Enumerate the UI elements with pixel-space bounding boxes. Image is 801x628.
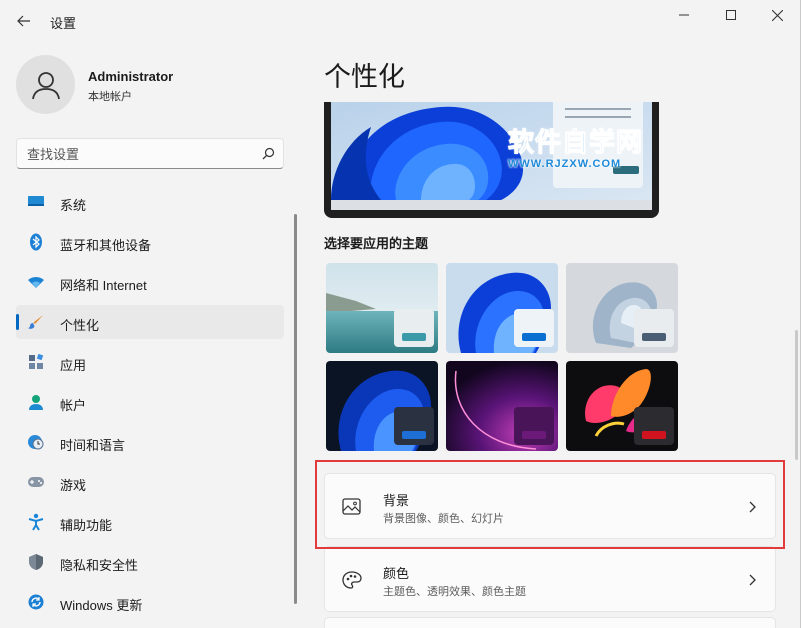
bluetooth-icon <box>27 233 45 251</box>
person-icon <box>27 393 45 411</box>
colors-title: 颜色 <box>383 566 410 581</box>
content-scrollbar[interactable] <box>795 330 798 460</box>
sidebar-item-label: Windows 更新 <box>60 598 143 613</box>
chevron-right-icon <box>749 574 756 586</box>
settings-window: 设置 Administrator 本地帐户 系统 蓝牙和其他设备 网络和 Int… <box>0 0 801 628</box>
theme-swatch <box>634 407 674 445</box>
search-box[interactable] <box>16 138 284 169</box>
active-indicator <box>16 314 19 330</box>
shield-icon <box>27 553 45 571</box>
theme-glow[interactable] <box>566 263 678 353</box>
sidebar-item-windows-update[interactable]: Windows 更新 <box>16 585 284 619</box>
theme-section-label: 选择要应用的主题 <box>324 236 429 251</box>
sidebar-item-label: 帐户 <box>60 398 87 413</box>
sidebar-item-apps[interactable]: 应用 <box>16 345 284 379</box>
maximize-button[interactable] <box>708 2 754 28</box>
theme-captured-motion[interactable] <box>446 361 558 451</box>
user-icon <box>31 71 60 99</box>
minimize-icon <box>679 14 689 16</box>
watermark: 软件自学网 WWW.RJZXW.COM <box>507 122 644 171</box>
sidebar-item-personalization[interactable]: 个性化 <box>16 305 284 339</box>
sidebar-item-privacy[interactable]: 隐私和安全性 <box>16 545 284 579</box>
sidebar-item-time-language[interactable]: 时间和语言 <box>16 425 284 459</box>
theme-swatch <box>634 309 674 347</box>
back-arrow-icon <box>17 15 30 27</box>
sidebar-item-label: 系统 <box>60 198 87 213</box>
sidebar-item-label: 时间和语言 <box>60 438 126 453</box>
theme-swatch <box>514 407 554 445</box>
back-button[interactable] <box>10 8 38 34</box>
account-type: 本地帐户 <box>88 91 132 103</box>
theme-lake[interactable] <box>326 263 438 353</box>
colors-subtitle: 主题色、透明效果、颜色主题 <box>383 586 526 598</box>
sidebar-item-bluetooth[interactable]: 蓝牙和其他设备 <box>16 225 284 259</box>
monitor-icon <box>27 193 45 211</box>
theme-windows-light[interactable] <box>446 263 558 353</box>
sidebar-item-label: 蓝牙和其他设备 <box>60 238 152 253</box>
brush-icon <box>27 313 45 331</box>
sidebar-item-label: 辅助功能 <box>60 518 113 533</box>
update-icon <box>27 593 45 611</box>
highlight-box <box>315 460 785 549</box>
sidebar-item-label: 个性化 <box>60 318 100 333</box>
wifi-icon <box>27 273 45 291</box>
close-button[interactable] <box>754 2 800 28</box>
palette-icon <box>342 571 362 589</box>
minimize-button[interactable] <box>661 2 707 28</box>
avatar[interactable] <box>16 55 75 114</box>
theme-swatch <box>514 309 554 347</box>
apps-icon <box>27 353 45 371</box>
sidebar-item-network[interactable]: 网络和 Internet <box>16 265 284 299</box>
gamepad-icon <box>27 473 45 491</box>
sidebar-item-label: 隐私和安全性 <box>60 558 139 573</box>
user-name: Administrator <box>88 69 174 84</box>
page-title: 个性化 <box>324 62 405 92</box>
sidebar-item-accounts[interactable]: 帐户 <box>16 385 284 419</box>
search-icon[interactable] <box>260 146 276 162</box>
sidebar-item-gaming[interactable]: 游戏 <box>16 465 284 499</box>
theme-swatch <box>394 309 434 347</box>
preview-taskbar <box>331 200 652 210</box>
search-input[interactable] <box>27 144 247 164</box>
colors-setting[interactable]: 颜色 主题色、透明效果、颜色主题 <box>324 546 776 612</box>
sidebar-scrollbar[interactable] <box>294 214 297 604</box>
clock-globe-icon <box>27 433 45 451</box>
sidebar-item-label: 网络和 Internet <box>60 278 147 293</box>
watermark-url: WWW.RJZXW.COM <box>508 158 622 170</box>
sidebar-item-accessibility[interactable]: 辅助功能 <box>16 505 284 539</box>
theme-windows-dark[interactable] <box>326 361 438 451</box>
next-setting-card[interactable] <box>324 617 776 628</box>
theme-swatch <box>394 407 434 445</box>
sidebar-item-label: 应用 <box>60 358 87 373</box>
app-title: 设置 <box>50 16 77 31</box>
title-bar: 设置 <box>0 0 801 40</box>
theme-flow[interactable] <box>566 361 678 451</box>
accessibility-icon <box>27 513 45 531</box>
close-icon <box>771 9 783 21</box>
sidebar-item-system[interactable]: 系统 <box>16 185 284 219</box>
sidebar-item-label: 游戏 <box>60 478 87 493</box>
watermark-text: 软件自学网 <box>507 127 644 158</box>
maximize-icon <box>726 10 736 20</box>
